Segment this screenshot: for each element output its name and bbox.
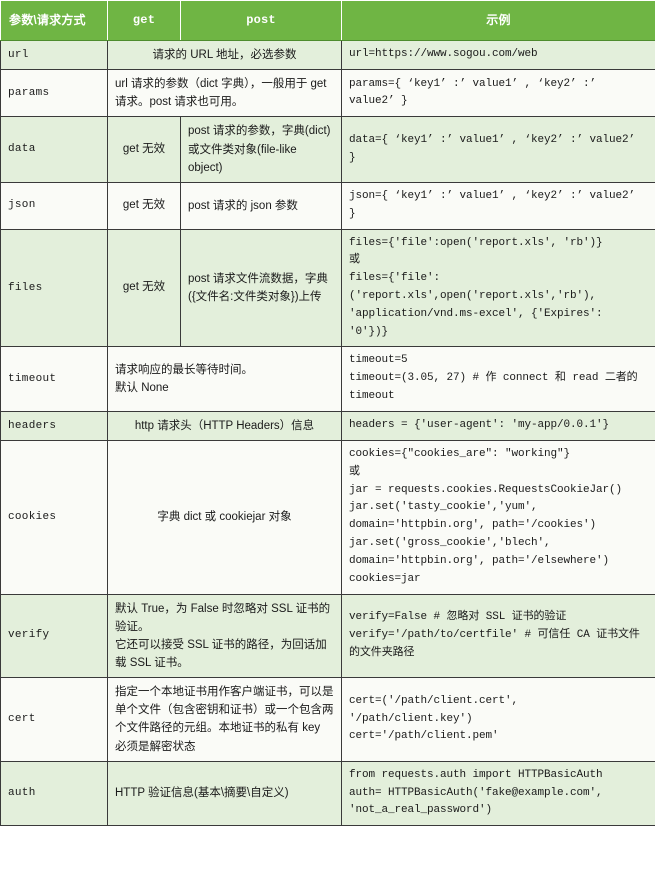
description-line: 默认 None xyxy=(115,382,169,395)
cell-param-name: params xyxy=(0,69,108,118)
requests-params-table: 参数\请求方式 get post 示例 url 请求的 URL 地址，必选参数 ur… xyxy=(0,0,655,827)
table-row: auth HTTP 验证信息(基本\摘要\自定义) from requests.au… xyxy=(0,760,655,827)
table-row: verify 默认 True，为 False 时忽略对 SSL 证书的验证。 它还可… xyxy=(0,593,655,679)
cell-sample-code: files={'file':open('report.xls', 'rb')} 或… xyxy=(341,228,655,348)
cell-post-note: post 请求文件流数据，字典({文件名:文件类对象})上传 xyxy=(180,228,342,348)
cell-sample-code: url=https://www.sogou.com/web xyxy=(341,39,655,71)
cell-description: HTTP 验证信息(基本\摘要\自定义) xyxy=(107,760,342,827)
sample-line: 'not_a_real_password') xyxy=(349,804,493,817)
table-body: url 请求的 URL 地址，必选参数 url=https://www.sogou.… xyxy=(0,39,655,827)
sample-line: data={ ‘key1’ :’ value1’ , ‘key2’ :’ val… xyxy=(349,133,636,164)
table-row: files get 无效 post 请求文件流数据，字典({文件名:文件类对象})上… xyxy=(0,228,655,348)
cell-description: 字典 dict 或 cookiejar 对象 xyxy=(107,440,342,595)
description-line: url 请求的参数（dict 字典），一般用于 get 请求。post 请求也可… xyxy=(115,78,327,109)
sample-line: from requests.auth import HTTPBasicAuth xyxy=(349,768,603,781)
column-header-sample: 示例 xyxy=(341,0,655,41)
sample-line: domain='httpbin.org', path='/elsewhere') xyxy=(349,554,610,567)
cell-sample-code: timeout=5 timeout=(3.05, 27) # 作 connect … xyxy=(341,346,655,412)
sample-line: verify='/path/to/certfile' # 可信任 CA 证书文件… xyxy=(349,628,640,659)
sample-line: cookies=jar xyxy=(349,572,421,585)
cell-sample-code: data={ ‘key1’ :’ value1’ , ‘key2’ :’ val… xyxy=(341,116,655,183)
table-row: timeout 请求响应的最长等待时间。 默认 None timeout=5 timeo… xyxy=(0,346,655,412)
sample-line: 或 xyxy=(349,465,360,478)
sample-line: files={'file':('report.xls',open('report… xyxy=(349,272,603,338)
cell-sample-code: headers = {'user-agent': 'my-app/0.0.1'} xyxy=(341,410,655,442)
cell-sample-code: cookies={"cookies_are": "working"} 或 jar =… xyxy=(341,440,655,595)
sample-line: timeout=(3.05, 27) # 作 connect 和 read 二者… xyxy=(349,372,638,403)
sample-line: cert='/path/client.pem' xyxy=(349,730,499,743)
table-row: params url 请求的参数（dict 字典），一般用于 get 请求。pos… xyxy=(0,69,655,118)
description-line: 指定一个本地证书用作客户端证书，可以是单个文件（包含密钥和证书）或一个包含两个文… xyxy=(115,686,334,753)
sample-line: params={ ‘key1’ :’ value1’ , ‘key2’ :’ v… xyxy=(349,77,597,108)
cell-description: 请求响应的最长等待时间。 默认 None xyxy=(107,346,342,412)
cell-param-name: data xyxy=(0,116,108,183)
sample-line: jar = requests.cookies.RequestsCookieJar… xyxy=(349,483,623,496)
sample-line: 或 xyxy=(349,254,360,267)
description-line: 字典 dict 或 cookiejar 对象 xyxy=(157,511,292,524)
cell-sample-code: from requests.auth import HTTPBasicAuth a… xyxy=(341,760,655,827)
description-line: 默认 True，为 False 时忽略对 SSL 证书的验证。 xyxy=(115,602,331,633)
cell-param-name: cookies xyxy=(0,440,108,595)
sample-line: headers = {'user-agent': 'my-app/0.0.1'} xyxy=(349,419,610,432)
description-line: HTTP 验证信息(基本\摘要\自定义) xyxy=(115,787,289,800)
cell-description: 请求的 URL 地址，必选参数 xyxy=(107,39,342,71)
table-row: cookies 字典 dict 或 cookiejar 对象 cookies={"c… xyxy=(0,440,655,595)
description-line: 它还可以接受 SSL 证书的路径，为回话加载 SSL 证书。 xyxy=(115,638,327,669)
sample-line: timeout=5 xyxy=(349,354,408,367)
cell-get-note: get 无效 xyxy=(107,228,181,348)
cell-param-name: headers xyxy=(0,410,108,442)
cell-description: http 请求头（HTTP Headers）信息 xyxy=(107,410,342,442)
cell-post-note: post 请求的参数，字典(dict)或文件类对象(file-like obje… xyxy=(180,116,342,183)
cell-param-name: verify xyxy=(0,593,108,679)
cell-param-name: timeout xyxy=(0,346,108,412)
cell-sample-code: json={ ‘key1’ :’ value1’ , ‘key2’ :’ val… xyxy=(341,181,655,230)
cell-get-note: get 无效 xyxy=(107,116,181,183)
cell-param-name: cert xyxy=(0,677,108,762)
table-row: headers http 请求头（HTTP Headers）信息 headers =… xyxy=(0,410,655,442)
sample-line: cookies={"cookies_are": "working"} xyxy=(349,448,571,461)
sample-line: '/path/client.key') xyxy=(349,712,473,725)
sample-line: jar.set('gross_cookie','blech', xyxy=(349,537,551,550)
cell-description: 指定一个本地证书用作客户端证书，可以是单个文件（包含密钥和证书）或一个包含两个文… xyxy=(107,677,342,762)
sample-line: url=https://www.sogou.com/web xyxy=(349,48,538,61)
params-table-container: 参数\请求方式 get post 示例 url 请求的 URL 地址，必选参数 ur… xyxy=(0,0,655,871)
cell-description: 默认 True，为 False 时忽略对 SSL 证书的验证。 它还可以接受 SS… xyxy=(107,593,342,679)
column-header-param: 参数\请求方式 xyxy=(0,0,108,41)
sample-line: auth= HTTPBasicAuth('fake@example.com', xyxy=(349,786,603,799)
sample-line: verify=False # 忽略对 SSL 证书的验证 xyxy=(349,611,567,624)
sample-line: domain='httpbin.org', path='/cookies') xyxy=(349,519,597,532)
column-header-get: get xyxy=(107,0,181,41)
header-row: 参数\请求方式 get post 示例 xyxy=(0,0,655,41)
table-header: 参数\请求方式 get post 示例 xyxy=(0,0,655,41)
sample-line: cert=('/path/client.cert', xyxy=(349,694,519,707)
table-row: url 请求的 URL 地址，必选参数 url=https://www.sogou.… xyxy=(0,39,655,71)
column-header-post: post xyxy=(180,0,342,41)
cell-param-name: auth xyxy=(0,760,108,827)
cell-post-note: post 请求的 json 参数 xyxy=(180,181,342,230)
table-row: cert 指定一个本地证书用作客户端证书，可以是单个文件（包含密钥和证书）或一个包… xyxy=(0,677,655,762)
description-line: 请求响应的最长等待时间。 xyxy=(115,364,253,376)
sample-line: jar.set('tasty_cookie','yum', xyxy=(349,501,538,514)
table-row: data get 无效 post 请求的参数，字典(dict)或文件类对象(file… xyxy=(0,116,655,183)
cell-param-name: files xyxy=(0,228,108,348)
cell-sample-code: cert=('/path/client.cert', '/path/client.… xyxy=(341,677,655,762)
cell-get-note: get 无效 xyxy=(107,181,181,230)
cell-param-name: url xyxy=(0,39,108,71)
description-line: http 请求头（HTTP Headers）信息 xyxy=(134,419,315,432)
sample-line: json={ ‘key1’ :’ value1’ , ‘key2’ :’ val… xyxy=(349,189,636,220)
cell-param-name: json xyxy=(0,181,108,230)
cell-sample-code: params={ ‘key1’ :’ value1’ , ‘key2’ :’ v… xyxy=(341,69,655,118)
sample-line: files={'file':open('report.xls', 'rb')} xyxy=(349,236,603,249)
cell-sample-code: verify=False # 忽略对 SSL 证书的验证 verify='/pat… xyxy=(341,593,655,679)
table-row: json get 无效 post 请求的 json 参数 json={ ‘key1’ … xyxy=(0,181,655,230)
cell-description: url 请求的参数（dict 字典），一般用于 get 请求。post 请求也可… xyxy=(107,69,342,118)
description-line: 请求的 URL 地址，必选参数 xyxy=(152,49,297,61)
